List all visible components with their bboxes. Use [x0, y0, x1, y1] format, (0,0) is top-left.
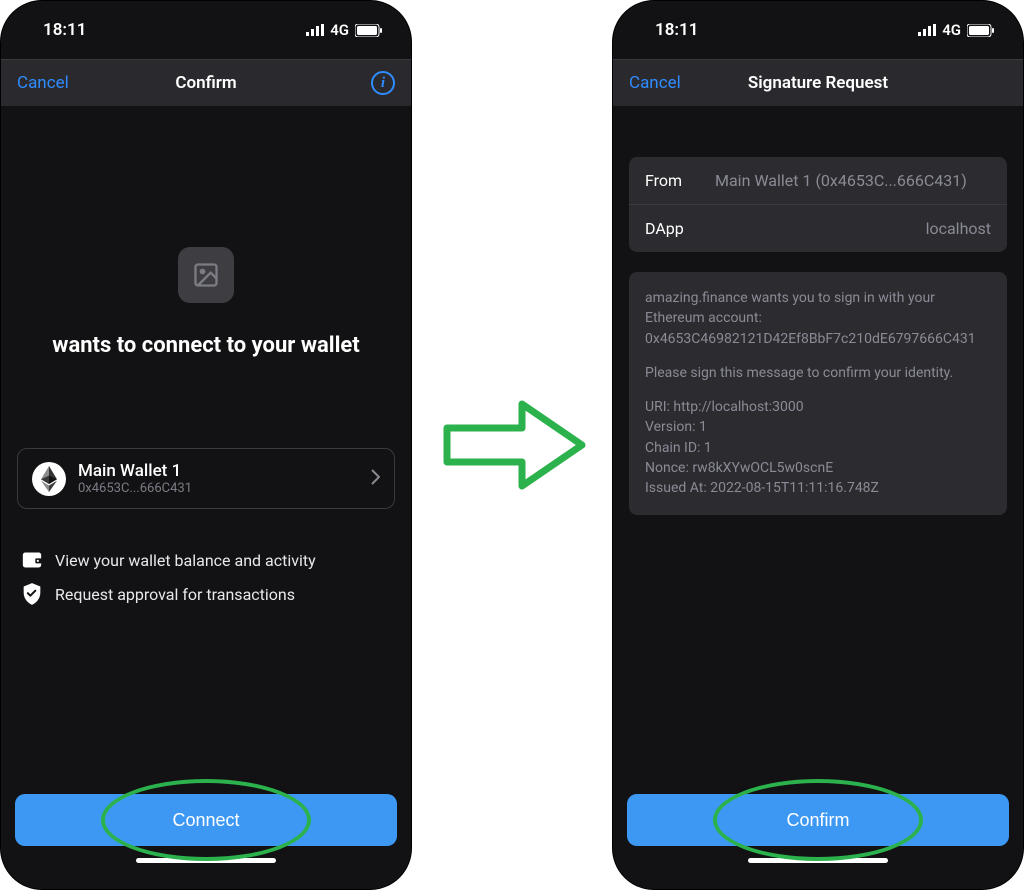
msg-uri: URI: http://localhost:3000 [645, 397, 991, 417]
status-bar: 18:11 4G [1, 1, 411, 59]
arrow-right-icon [427, 390, 597, 504]
network-label: 4G [330, 21, 349, 39]
info-row-from: From Main Wallet 1 (0x4653C...666C431) [629, 157, 1007, 205]
bottom-area: Connect [1, 794, 411, 889]
connect-heading: wants to connect to your wallet [17, 333, 395, 358]
network-label: 4G [942, 21, 961, 39]
nav-bar: Cancel Signature Request [613, 59, 1023, 107]
dapp-value: localhost [705, 219, 991, 238]
msg-account: 0x4653C46982121D42Ef8BbF7c210dE6797666C4… [645, 329, 991, 349]
msg-prompt: Please sign this message to confirm your… [645, 363, 991, 383]
chevron-right-icon [371, 469, 380, 489]
status-time: 18:11 [43, 20, 86, 40]
phone-connect-screen: 18:11 4G Cancel Confirm i wants to conne… [0, 0, 412, 890]
permission-approval-label: Request approval for transactions [55, 585, 295, 604]
permissions-list: View your wallet balance and activity Re… [17, 549, 395, 605]
signal-icon [306, 24, 324, 36]
msg-issued: Issued At: 2022-08-15T11:11:16.748Z [645, 478, 991, 498]
signature-content: From Main Wallet 1 (0x4653C...666C431) D… [613, 107, 1023, 794]
status-time: 18:11 [655, 20, 698, 40]
msg-intro: amazing.finance wants you to sign in wit… [645, 288, 991, 329]
permission-balance: View your wallet balance and activity [21, 549, 391, 571]
connect-content: wants to connect to your wallet Main Wal… [1, 107, 411, 794]
msg-version: Version: 1 [645, 417, 991, 437]
permission-balance-label: View your wallet balance and activity [55, 551, 316, 570]
status-right: 4G [306, 21, 383, 39]
ethereum-icon [32, 462, 66, 496]
info-icon[interactable]: i [371, 71, 395, 95]
msg-para-3: URI: http://localhost:3000 Version: 1 Ch… [645, 397, 991, 498]
nav-title: Signature Request [748, 73, 888, 93]
dapp-label: DApp [645, 219, 705, 238]
connect-button[interactable]: Connect [15, 794, 397, 846]
wallet-name: Main Wallet 1 [78, 461, 192, 481]
phone-signature-screen: 18:11 4G Cancel Signature Request From M… [612, 0, 1024, 890]
wallet-address: 0x4653C...666C431 [78, 481, 192, 496]
battery-icon [355, 24, 383, 37]
battery-icon [967, 24, 995, 37]
wallet-text: Main Wallet 1 0x4653C...666C431 [78, 461, 192, 496]
confirm-button[interactable]: Confirm [627, 794, 1009, 846]
nav-title: Confirm [175, 73, 236, 93]
cancel-button[interactable]: Cancel [17, 73, 69, 93]
bottom-area: Confirm [613, 794, 1023, 889]
home-indicator [136, 858, 276, 863]
dapp-image-placeholder-icon [178, 247, 234, 303]
signal-icon [918, 24, 936, 36]
from-value: Main Wallet 1 (0x4653C...666C431) [705, 171, 991, 190]
msg-para-1: amazing.finance wants you to sign in wit… [645, 288, 991, 349]
info-card: From Main Wallet 1 (0x4653C...666C431) D… [629, 157, 1007, 252]
wallet-icon [21, 549, 43, 571]
from-label: From [645, 171, 705, 190]
wallet-selector[interactable]: Main Wallet 1 0x4653C...666C431 [17, 448, 395, 509]
msg-nonce: Nonce: rw8kXYwOCL5w0scnE [645, 458, 991, 478]
status-right: 4G [918, 21, 995, 39]
signature-message: amazing.finance wants you to sign in wit… [629, 272, 1007, 515]
shield-check-icon [21, 583, 43, 605]
permission-approval: Request approval for transactions [21, 583, 391, 605]
home-indicator [748, 858, 888, 863]
status-bar: 18:11 4G [613, 1, 1023, 59]
nav-bar: Cancel Confirm i [1, 59, 411, 107]
msg-chain: Chain ID: 1 [645, 438, 991, 458]
cancel-button[interactable]: Cancel [629, 73, 681, 93]
info-row-dapp: DApp localhost [629, 205, 1007, 252]
